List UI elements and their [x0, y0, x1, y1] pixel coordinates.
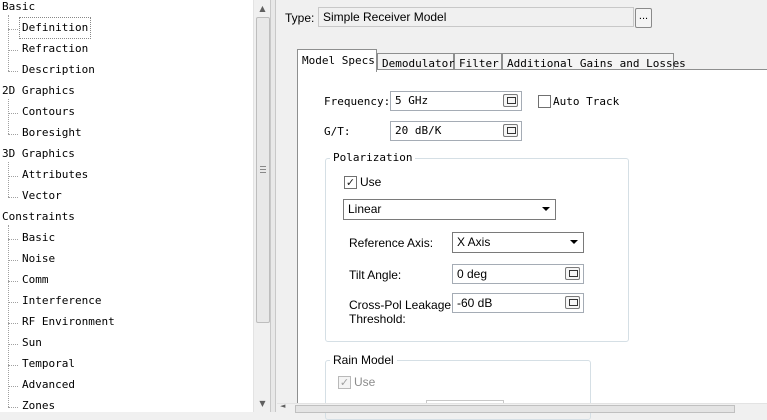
dropdown-arrow-icon: [542, 207, 550, 211]
reference-axis-value: X Axis: [457, 235, 491, 249]
tree-connector: [8, 225, 9, 407]
tree-category-constraints[interactable]: Constraints: [2, 207, 75, 227]
tree-item-advanced[interactable]: Advanced: [22, 375, 75, 395]
tree-item-comm[interactable]: Comm: [22, 270, 49, 290]
gt-field[interactable]: 20 dB/K: [390, 121, 522, 141]
frequency-value: 5 GHz: [395, 94, 429, 107]
tree-category-basic[interactable]: Basic: [2, 0, 35, 17]
tree-connector: [8, 281, 18, 282]
polarization-type-select[interactable]: Linear: [343, 199, 556, 220]
tree-connector: [8, 29, 18, 30]
polarization-use-label: Use: [360, 175, 382, 189]
tree-connector: [8, 344, 18, 345]
reference-axis-select[interactable]: X Axis: [452, 232, 584, 253]
checkmark-icon: ✓: [345, 176, 356, 189]
tree-vertical-scrollbar[interactable]: ▲ ▼: [253, 0, 271, 412]
tree-connector: [8, 386, 18, 387]
reference-axis-label: Reference Axis:: [349, 236, 434, 250]
tree-connector: [8, 71, 18, 72]
type-field: Simple Receiver Model: [318, 7, 634, 27]
tree-item-refraction[interactable]: Refraction: [22, 39, 88, 59]
tree-connector: [8, 302, 18, 303]
rain-model-title: Rain Model: [330, 353, 397, 367]
unit-picker-icon[interactable]: [565, 267, 580, 280]
type-label: Type:: [285, 11, 315, 25]
tree-category-3d-graphics[interactable]: 3D Graphics: [2, 144, 75, 164]
gt-value: 20 dB/K: [395, 124, 442, 137]
cross-pol-label-line1: Cross-Pol Leakage: [349, 298, 452, 312]
tree-item-vector[interactable]: Vector: [22, 186, 62, 206]
tree-connector: [8, 113, 18, 114]
unit-picker-icon[interactable]: [503, 124, 518, 137]
tree-item-description[interactable]: Description: [22, 60, 95, 80]
tree-connector: [8, 323, 18, 324]
scroll-left-arrow-icon[interactable]: ◄: [280, 402, 285, 410]
tree-connector: [8, 134, 18, 135]
type-browse-button[interactable]: ...: [635, 8, 652, 28]
rain-model-use-label: Use: [354, 375, 376, 389]
tree-item-sun[interactable]: Sun: [22, 333, 42, 353]
rain-model-use-checkbox[interactable]: ✓: [338, 376, 351, 389]
panel-splitter[interactable]: [270, 0, 276, 412]
tree-connector: [8, 407, 18, 408]
tilt-angle-label: Tilt Angle:: [349, 268, 402, 282]
cross-pol-leakage-label: Cross-Pol Leakage Threshold:: [349, 298, 451, 326]
scroll-down-arrow-icon[interactable]: ▼: [254, 395, 271, 412]
tree-connector: [8, 239, 18, 240]
tree-item-noise[interactable]: Noise: [22, 249, 55, 269]
frequency-field[interactable]: 5 GHz: [390, 91, 522, 111]
scroll-up-arrow-icon[interactable]: ▲: [254, 0, 271, 17]
frequency-label: Frequency:: [324, 95, 391, 108]
unit-picker-icon[interactable]: [503, 94, 518, 107]
tree-connector: [8, 99, 9, 134]
tilt-angle-field[interactable]: 0 deg: [452, 264, 584, 284]
dropdown-arrow-icon: [570, 240, 578, 244]
tree-connector: [8, 365, 18, 366]
auto-track-checkbox[interactable]: [538, 95, 551, 108]
tilt-angle-value: 0 deg: [457, 267, 488, 281]
cross-pol-leakage-value: -60 dB: [457, 296, 493, 310]
tree-category-2d-graphics[interactable]: 2D Graphics: [2, 81, 75, 101]
gt-label: G/T:: [324, 125, 351, 138]
model-specs-page: Frequency: 5 GHz Auto Track G/T: 20 dB/K…: [297, 69, 767, 420]
tree-item-interference[interactable]: Interference: [22, 291, 101, 311]
tree-item-definition[interactable]: Definition: [18, 17, 92, 39]
tree-item-attributes[interactable]: Attributes: [22, 165, 88, 185]
tab-model-specs[interactable]: Model Specs: [297, 49, 377, 72]
unit-picker-icon[interactable]: [565, 296, 580, 309]
property-tree: Basic Definition Refraction Description 2D G…: [0, 0, 253, 412]
polarization-type-value: Linear: [348, 202, 382, 216]
tree-connector: [8, 50, 18, 51]
tree-item-rf-environment[interactable]: RF Environment: [22, 312, 115, 332]
tree-item-basic[interactable]: Basic: [22, 228, 55, 248]
tree-connector: [8, 15, 9, 71]
tree-item-contours[interactable]: Contours: [22, 102, 75, 122]
polarization-title: Polarization: [330, 151, 416, 164]
tree-item-zones[interactable]: Zones: [22, 396, 55, 412]
tree-item-boresight[interactable]: Boresight: [22, 123, 82, 143]
polarization-use-checkbox[interactable]: ✓: [344, 176, 357, 189]
auto-track-label: Auto Track: [553, 95, 620, 108]
tree-connector: [8, 162, 9, 197]
tree-connector: [8, 260, 18, 261]
checkmark-icon: ✓: [339, 376, 350, 389]
tree-item-temporal[interactable]: Temporal: [22, 354, 75, 374]
tree-connector: [8, 176, 18, 177]
cross-pol-label-line2: Threshold:: [349, 312, 406, 326]
cross-pol-leakage-field[interactable]: -60 dB: [452, 293, 584, 313]
tree-scrollbar-thumb[interactable]: [256, 17, 270, 323]
tree-connector: [8, 197, 18, 198]
